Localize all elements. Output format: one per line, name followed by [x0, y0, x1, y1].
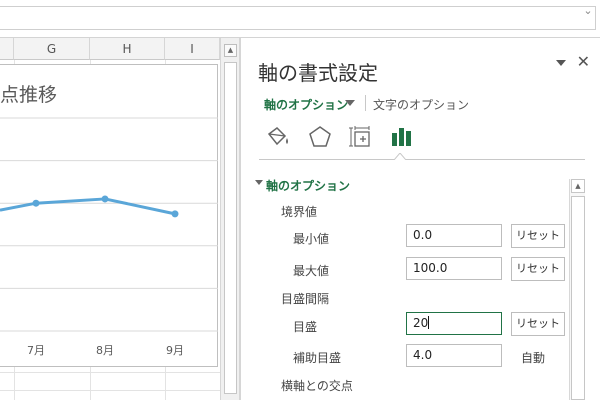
line-chart-plot: 7月 8月 9月	[0, 117, 218, 357]
series-line[interactable]	[0, 197, 176, 216]
size-properties-icon[interactable]	[348, 124, 374, 150]
min-value-field[interactable]: 0.0	[406, 224, 502, 247]
chart-area[interactable]: 点推移 7月 8月 9月	[0, 64, 218, 367]
x-tick-label: 7月	[27, 344, 45, 357]
tab-axis-options[interactable]: 軸のオプション	[264, 96, 348, 113]
pentagon-icon[interactable]	[307, 124, 333, 150]
x-tick-label: 9月	[166, 344, 184, 357]
column-header-i[interactable]: I	[165, 38, 220, 60]
chevron-down-icon[interactable]: ⌄	[582, 4, 594, 18]
x-tick-label: 8月	[96, 344, 114, 357]
column-header-h[interactable]: H	[90, 38, 165, 60]
major-label: 目盛	[293, 320, 318, 334]
sheet-scrollbar[interactable]: ▲	[220, 38, 240, 400]
section-collapse-icon[interactable]	[255, 180, 263, 185]
close-icon[interactable]: ✕	[577, 54, 590, 70]
tab-text-options[interactable]: 文字のオプション	[373, 96, 469, 113]
selected-tab-caret	[394, 153, 406, 160]
chevron-down-icon[interactable]	[345, 100, 355, 106]
fill-bucket-icon[interactable]	[263, 124, 291, 150]
scrollbar-thumb[interactable]	[571, 196, 585, 400]
minor-unit-field[interactable]: 4.0	[406, 344, 502, 367]
scroll-up-icon[interactable]: ▲	[224, 44, 237, 57]
column-label: H	[122, 42, 132, 56]
max-value-field[interactable]: 100.0	[406, 257, 502, 280]
data-point[interactable]	[32, 199, 40, 207]
minor-label: 補助目盛	[293, 351, 342, 365]
format-axis-panel: 軸の書式設定 ✕ 軸のオプション 文字のオプション 軸のオプション 境界値 最小…	[240, 38, 600, 400]
bar-chart-icon[interactable]	[390, 124, 414, 150]
scrollbar-thumb[interactable]	[224, 62, 237, 394]
scroll-up-icon[interactable]: ▲	[571, 179, 585, 193]
reset-major-button[interactable]: リセット	[511, 312, 565, 336]
formula-bar: ⌄	[0, 0, 600, 38]
reset-min-button[interactable]: リセット	[511, 224, 565, 248]
tab-underline	[259, 159, 585, 160]
panel-options-dropdown-icon[interactable]	[556, 60, 566, 66]
column-header-g[interactable]: G	[14, 38, 90, 60]
max-label: 最大値	[293, 264, 330, 278]
crosses-group-label: 横軸との交点	[281, 379, 353, 393]
panel-scrollbar[interactable]: ▲	[569, 179, 585, 400]
text-cursor	[428, 316, 430, 329]
units-group-label: 目盛間隔	[281, 292, 330, 306]
min-label: 最小値	[293, 232, 330, 246]
column-label: G	[46, 42, 57, 56]
bounds-group-label: 境界値	[281, 205, 318, 219]
section-axis-options[interactable]: 軸のオプション	[266, 177, 350, 194]
column-header-partial[interactable]	[0, 38, 14, 60]
panel-title: 軸の書式設定	[258, 61, 378, 85]
formula-input[interactable]	[0, 6, 596, 30]
major-unit-field[interactable]: 20	[406, 312, 502, 335]
reset-max-button[interactable]: リセット	[511, 257, 565, 281]
data-point[interactable]	[101, 195, 109, 203]
tab-divider	[365, 95, 366, 111]
column-label: I	[190, 42, 194, 56]
data-point[interactable]	[171, 210, 179, 218]
auto-label: 自動	[521, 351, 546, 365]
major-unit-value: 20	[413, 316, 429, 330]
